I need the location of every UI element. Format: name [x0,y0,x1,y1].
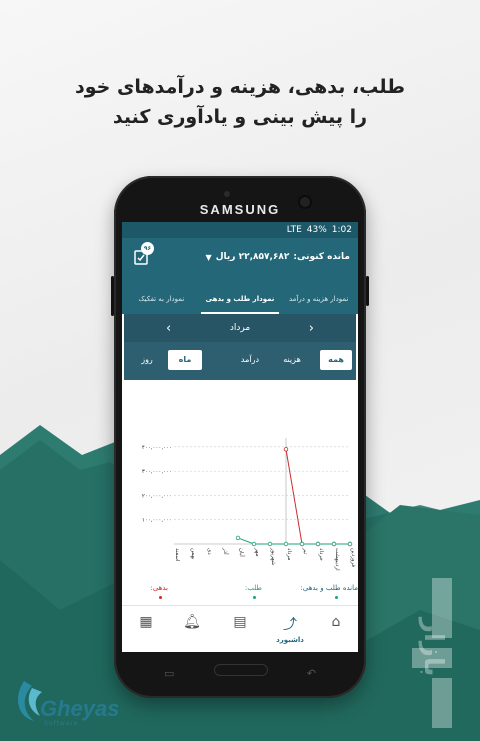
app-screen: LTE 43% 1:02 مانده کنونی: ۲۲,۸۵۷,۶۸۲ ریا… [122,222,358,652]
series-line [285,449,350,545]
credit-debt-chart: ۴۰۰,۰۰۰,۰۰۰ ۳۰۰,۰۰۰,۰۰۰ ۲۰۰,۰۰۰,۰۰۰ ۱۰۰,۰۰۰… [142,438,356,571]
data-point [283,447,289,452]
data-point [347,541,353,547]
data-point [267,541,273,547]
bell-icon: 🔔︎ [183,614,201,630]
nav-apps[interactable]: ▦ [126,614,166,630]
filter-panel: ‹ مرداد › همه هزینه درآمد ماه روز [124,314,356,380]
promo-headline-1: طلب، بدهی، هزینه و درآمدهای خود [74,76,405,98]
status-bar: LTE 43% 1:02 [122,222,358,238]
filter-expense-button[interactable]: هزینه [274,350,310,370]
x-tick-label: اردیبهشت [334,548,340,571]
balance-label: مانده کنونی: [293,252,350,262]
legend-balance-dot [335,596,338,599]
x-tick-label: بهمن [190,548,196,560]
chart-tabs: نمودار هزینه و درآمد نمودار طلب و بدهی ن… [122,286,358,314]
data-point [283,541,289,547]
data-point [299,541,305,547]
legend-debt: بدهی: [150,584,168,592]
y-tick-label: ۲۰۰,۰۰۰,۰۰۰ [142,493,172,499]
chart-legend: مانده طلب و بدهی: طلب: بدهی: [130,584,358,604]
app-bar: مانده کنونی: ۲۲,۸۵۷,۶۸۲ ریال ▼ ۹۶ [122,238,358,286]
legend-credit-dot [253,596,256,599]
balance-value: ۲۲,۸۵۷,۶۸۲ ریال [215,252,290,262]
speaker [224,191,230,197]
month-label: مرداد [229,323,251,333]
recent-apps-key[interactable]: ▭ [164,667,174,680]
apps-icon: ▦ [139,614,153,630]
tab-credit-debt[interactable]: نمودار طلب و بدهی [200,286,280,314]
time-label: 1:02 [331,225,352,235]
bottom-nav: ⌂ ⤴ داشبورد ▤ 🔔︎ ▦ [122,605,358,652]
network-label: LTE [286,225,302,235]
chevron-right-icon[interactable]: › [309,321,314,336]
x-tick-label: فروردین [350,548,356,568]
nav-dashboard[interactable]: ⤴ داشبورد [270,614,310,644]
clipboard-icon: ▤ [233,614,247,630]
chevron-down-icon[interactable]: ▼ [206,253,212,262]
bazaar-watermark: بازار [418,618,448,677]
tab-expense-income[interactable]: نمودار هزینه و درآمد [279,286,358,314]
nav-reports[interactable]: ▤ [220,614,260,630]
logo-wordmark: Gheyas [40,696,120,721]
data-point [315,541,321,547]
home-icon: ⌂ [331,614,341,630]
data-point [251,541,257,547]
tab-breakdown[interactable]: نمودار به تفکیک [122,286,201,314]
chevron-left-icon[interactable]: ‹ [166,321,171,336]
promo-headline-2: را پیش بینی و یادآوری کنید [112,106,368,128]
nav-dashboard-label: داشبورد [276,636,304,644]
notification-badge: ۹۶ [141,242,154,255]
y-tick-label: ۱۰۰,۰۰۰,۰۰۰ [142,518,172,524]
back-key[interactable]: ↶ [307,667,316,680]
filter-income-button[interactable]: درآمد [232,350,268,370]
y-tick-label: ۳۰۰,۰۰۰,۰۰۰ [142,469,172,475]
x-tick-label: آذر [222,547,229,555]
legend-balance: مانده طلب و بدهی: [300,584,359,592]
legend-credit: طلب: [244,584,262,592]
volume-button [111,276,114,316]
logo-subtitle: Software [44,720,79,727]
phone-frame: SAMSUNG LTE 43% 1:02 مانده کنونی: ۲۲,۸۵۷… [111,176,369,698]
x-tick-label: شهریور [270,547,276,566]
period-month-button[interactable]: ماه [168,350,202,370]
month-selector: ‹ مرداد › [124,314,356,342]
nav-notifications[interactable]: 🔔︎ [172,614,212,630]
data-point [235,535,241,541]
trend-icon: ⤴ [283,617,297,633]
power-button [366,276,369,306]
x-tick-label: مرداد [286,548,292,560]
x-tick-label: آبان [238,548,245,557]
period-day-button[interactable]: روز [132,350,162,370]
legend-debt-dot [159,596,162,599]
y-tick-label: ۴۰۰,۰۰۰,۰۰۰ [142,445,172,451]
x-tick-label: دی [206,548,212,555]
battery-label: 43% [306,225,327,235]
data-point [331,541,337,547]
filter-all-button[interactable]: همه [320,350,352,370]
balance-display[interactable]: مانده کنونی: ۲۲,۸۵۷,۶۸۲ ریال ▼ [206,252,350,262]
nav-home[interactable]: ⌂ [316,614,356,630]
home-key[interactable] [214,664,268,676]
reminders-button[interactable]: ۹۶ [132,242,154,266]
type-filter: همه هزینه درآمد ماه روز [124,348,356,372]
x-tick-label: خرداد [318,548,324,561]
x-tick-label: تیر [302,547,308,555]
phone-brand: SAMSUNG [199,202,281,217]
x-tick-label: مهر [254,547,260,557]
x-tick-label: اسفند [174,548,180,562]
